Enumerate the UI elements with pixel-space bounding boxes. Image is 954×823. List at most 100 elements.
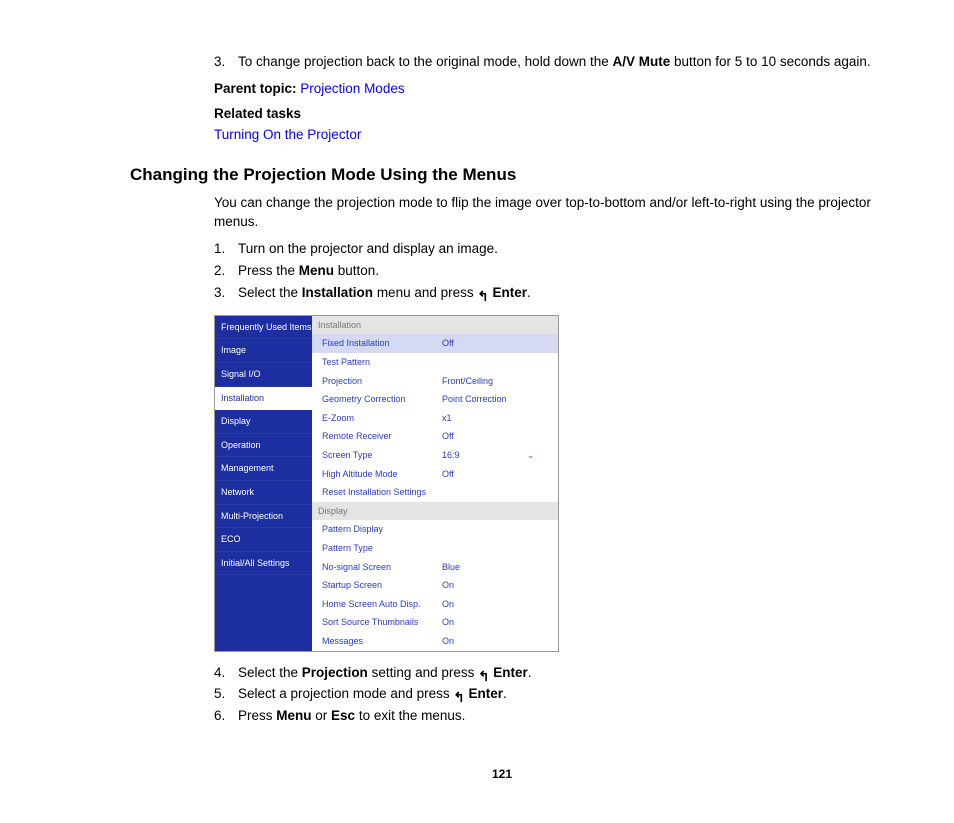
step-2: 2. Press the Menu button.: [214, 262, 874, 281]
menu-setting-row: Pattern Display: [312, 520, 558, 539]
menu-setting-row: High Altitude ModeOff: [312, 465, 558, 484]
parent-topic-line: Parent topic: Projection Modes: [214, 80, 874, 99]
menu-setting-row: Home Screen Auto Disp.On: [312, 595, 558, 614]
step-text: To change projection back to the origina…: [238, 53, 874, 72]
text: Select a projection mode and press: [238, 686, 453, 701]
enter-bold: Enter: [492, 285, 527, 300]
menu-left-item: Display: [215, 410, 312, 434]
text: .: [528, 665, 532, 680]
section-heading: Changing the Projection Mode Using the M…: [130, 163, 874, 187]
menu-setting-label: Remote Receiver: [322, 430, 442, 443]
step-5: 5. Select a projection mode and press ↲ …: [214, 685, 874, 704]
menu-setting-value: Off: [442, 337, 527, 350]
menu-setting-value: [442, 486, 527, 499]
menu-setting-value: [442, 523, 527, 536]
step-text: Select a projection mode and press ↲ Ent…: [238, 685, 874, 704]
text: or: [312, 708, 332, 723]
menu-setting-row: Pattern Type: [312, 539, 558, 558]
step-text: Select the Installation menu and press ↲…: [238, 284, 874, 303]
menu-left-item: Image: [215, 339, 312, 363]
text: to exit the menus.: [355, 708, 465, 723]
menu-setting-label: Startup Screen: [322, 579, 442, 592]
menu-setting-value: On: [442, 635, 527, 648]
step-3: 3. Select the Installation menu and pres…: [214, 284, 874, 303]
step-number: 3.: [214, 284, 238, 303]
projection-bold: Projection: [302, 665, 368, 680]
menu-section-installation: Installation: [312, 316, 558, 335]
menu-setting-row: Remote ReceiverOff: [312, 427, 558, 446]
installation-bold: Installation: [302, 285, 373, 300]
menu-setting-row: No-signal ScreenBlue: [312, 558, 558, 577]
menu-setting-label: Home Screen Auto Disp.: [322, 598, 442, 611]
menu-left-item: Frequently Used Items: [215, 316, 312, 340]
menu-bold: Menu: [299, 263, 334, 278]
menu-section-display: Display: [312, 502, 558, 521]
menu-setting-row: Geometry CorrectionPoint Correction: [312, 390, 558, 409]
enter-bold: Enter: [493, 665, 528, 680]
intro-paragraph: You can change the projection mode to fl…: [214, 194, 874, 232]
related-task-link[interactable]: Turning On the Projector: [214, 126, 874, 145]
menu-left-item: Multi-Projection: [215, 505, 312, 529]
text: Press: [238, 708, 276, 723]
menu-setting-row: ProjectionFront/Ceiling: [312, 372, 558, 391]
step-text: Select the Projection setting and press …: [238, 664, 874, 683]
menu-setting-label: Geometry Correction: [322, 393, 442, 406]
menu-setting-value: Point Correction: [442, 393, 527, 406]
menu-left-item: ECO: [215, 528, 312, 552]
menu-setting-value: On: [442, 616, 527, 629]
enter-icon: ↲: [478, 665, 489, 684]
menu-setting-row: Reset Installation Settings: [312, 483, 558, 502]
menu-setting-label: Projection: [322, 375, 442, 388]
parent-topic-link[interactable]: Projection Modes: [300, 81, 404, 96]
menu-setting-label: Sort Source Thumbnails: [322, 616, 442, 629]
text: button for 5 to 10 seconds again.: [670, 54, 870, 69]
menu-left-item: Management: [215, 457, 312, 481]
intro-step-3: 3. To change projection back to the orig…: [214, 53, 874, 72]
text: Select the: [238, 285, 302, 300]
related-tasks-label: Related tasks: [214, 105, 874, 124]
menu-setting-label: No-signal Screen: [322, 561, 442, 574]
step-number: 6.: [214, 707, 238, 726]
menu-setting-value: Front/Ceiling: [442, 375, 527, 388]
projector-menu-screenshot: Frequently Used ItemsImageSignal I/OInst…: [214, 315, 559, 652]
chevron-down-icon: ⌄: [527, 449, 535, 462]
menu-setting-label: Pattern Display: [322, 523, 442, 536]
text: .: [527, 285, 531, 300]
menu-left-item: Operation: [215, 434, 312, 458]
step-number: 1.: [214, 240, 238, 259]
menu-setting-label: Fixed Installation: [322, 337, 442, 350]
enter-icon: ↲: [477, 285, 488, 304]
menu-setting-label: Test Pattern: [322, 356, 442, 369]
text: setting and press: [368, 665, 478, 680]
menu-setting-row: Test Pattern: [312, 353, 558, 372]
step-4: 4. Select the Projection setting and pre…: [214, 664, 874, 683]
menu-setting-label: Pattern Type: [322, 542, 442, 555]
step-number: 5.: [214, 685, 238, 704]
menu-setting-row: Startup ScreenOn: [312, 576, 558, 595]
step-text: Press Menu or Esc to exit the menus.: [238, 707, 874, 726]
step-text: Press the Menu button.: [238, 262, 874, 281]
parent-topic-label: Parent topic:: [214, 81, 297, 96]
text: To change projection back to the origina…: [238, 54, 613, 69]
enter-icon: ↲: [453, 686, 464, 705]
text: button.: [334, 263, 379, 278]
menu-setting-row: Screen Type16:9⌄: [312, 446, 558, 465]
step-number: 2.: [214, 262, 238, 281]
menu-setting-label: E-Zoom: [322, 412, 442, 425]
esc-bold: Esc: [331, 708, 355, 723]
step-1: 1. Turn on the projector and display an …: [214, 240, 874, 259]
step-number: 4.: [214, 664, 238, 683]
menu-setting-value: [442, 542, 527, 555]
menu-left-item: Signal I/O: [215, 363, 312, 387]
menu-left-item: Network: [215, 481, 312, 505]
menu-left-panel: Frequently Used ItemsImageSignal I/OInst…: [215, 316, 312, 651]
enter-bold: Enter: [468, 686, 503, 701]
menu-setting-label: Messages: [322, 635, 442, 648]
menu-setting-value: Off: [442, 468, 527, 481]
text: menu and press: [373, 285, 477, 300]
page-number: 121: [130, 766, 874, 783]
step-6: 6. Press Menu or Esc to exit the menus.: [214, 707, 874, 726]
menu-setting-value: 16:9: [442, 449, 527, 462]
menu-left-item: Installation: [215, 387, 312, 411]
menu-setting-value: [442, 356, 527, 369]
